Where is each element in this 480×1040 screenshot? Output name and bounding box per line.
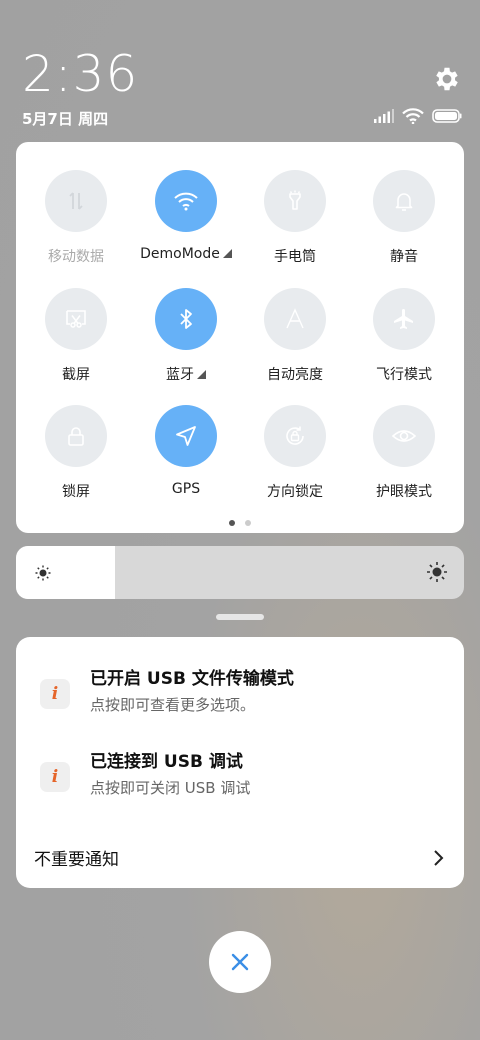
notification-title: 已连接到 USB 调试 <box>90 752 243 772</box>
page-indicator <box>16 520 464 526</box>
toggle-label: 飞行模式 <box>376 367 432 383</box>
gear-icon[interactable] <box>432 64 462 94</box>
brightness-low-icon <box>35 565 51 581</box>
drag-handle[interactable] <box>216 614 264 620</box>
notification-usb-transfer[interactable]: i 已开启 USB 文件传输模式 点按即可查看更多选项。 <box>40 667 294 715</box>
brightness-fill <box>16 546 115 599</box>
eye-icon <box>391 430 417 442</box>
chevron-right-icon[interactable] <box>432 849 444 867</box>
close-icon <box>231 953 249 971</box>
brightness-slider[interactable] <box>16 546 464 599</box>
toggle-wifi[interactable]: DemoMode <box>131 170 241 262</box>
signal-icon <box>374 109 394 123</box>
toggle-label: 静音 <box>390 249 418 265</box>
screenshot-icon <box>66 310 86 328</box>
toggle-label: GPS <box>171 481 201 497</box>
notification-title: 已开启 USB 文件传输模式 <box>90 669 294 689</box>
location-icon <box>176 426 196 446</box>
rotation-lock-icon <box>286 426 304 445</box>
flashlight-icon <box>289 190 301 210</box>
notification-panel: i 已开启 USB 文件传输模式 点按即可查看更多选项。 i 已连接到 USB … <box>16 637 464 888</box>
clock-time: 2:36 <box>22 45 139 103</box>
notification-subtitle: 点按即可关闭 USB 调试 <box>90 779 251 797</box>
toggle-mobile-data[interactable]: 移动数据 <box>21 170 131 266</box>
toggle-gps[interactable]: GPS <box>131 405 241 497</box>
toggle-label: 移动数据 <box>48 249 104 265</box>
bluetooth-icon <box>180 309 192 329</box>
brightness-high-icon <box>427 562 447 582</box>
clear-all-button[interactable] <box>209 931 271 993</box>
page-dot-active <box>229 520 235 526</box>
wifi-icon <box>402 108 424 124</box>
mobile-data-icon <box>69 192 83 210</box>
status-icons <box>374 108 462 124</box>
notification-usb-debug[interactable]: i 已连接到 USB 调试 点按即可关闭 USB 调试 <box>40 750 250 798</box>
notification-subtitle: 点按即可查看更多选项。 <box>90 696 256 714</box>
airplane-icon <box>394 309 413 329</box>
auto-brightness-icon <box>286 308 304 329</box>
date-label: 5月7日 周四 <box>22 110 109 128</box>
toggle-bluetooth[interactable]: 蓝牙 <box>131 288 241 384</box>
toggle-lock-screen[interactable]: 锁屏 <box>21 405 131 501</box>
toggle-auto-brightness[interactable]: 自动亮度 <box>240 288 350 384</box>
bell-icon <box>395 193 413 211</box>
toggle-label: 手电筒 <box>274 249 316 265</box>
toggle-label: 锁屏 <box>62 484 90 500</box>
expand-arrow-icon[interactable] <box>222 249 232 258</box>
toggle-rotation-lock[interactable]: 方向锁定 <box>240 405 350 501</box>
quick-settings-panel: 移动数据 DemoMode 手电筒 静音 截屏 蓝牙 自动亮度 飞行模式 锁屏 … <box>16 142 464 533</box>
toggle-screenshot[interactable]: 截屏 <box>21 288 131 384</box>
battery-icon <box>432 109 462 123</box>
wifi-icon <box>174 192 198 211</box>
toggle-label: 方向锁定 <box>267 484 323 500</box>
toggle-label: 蓝牙 <box>166 367 194 383</box>
page-dot <box>245 520 251 526</box>
toggle-label: 护眼模式 <box>376 484 432 500</box>
expand-arrow-icon[interactable] <box>197 370 206 379</box>
toggle-label: DemoMode <box>140 246 220 262</box>
toggle-label: 自动亮度 <box>267 367 323 383</box>
info-icon: i <box>40 762 70 792</box>
toggle-airplane-mode[interactable]: 飞行模式 <box>349 288 459 384</box>
toggle-mute[interactable]: 静音 <box>349 170 459 266</box>
unimportant-notifications-link[interactable]: 不重要通知 <box>34 845 119 870</box>
toggle-flashlight[interactable]: 手电筒 <box>240 170 350 266</box>
info-icon: i <box>40 679 70 709</box>
toggle-eye-protection[interactable]: 护眼模式 <box>349 405 459 501</box>
lock-icon <box>68 427 84 446</box>
toggle-label: 截屏 <box>62 367 90 383</box>
